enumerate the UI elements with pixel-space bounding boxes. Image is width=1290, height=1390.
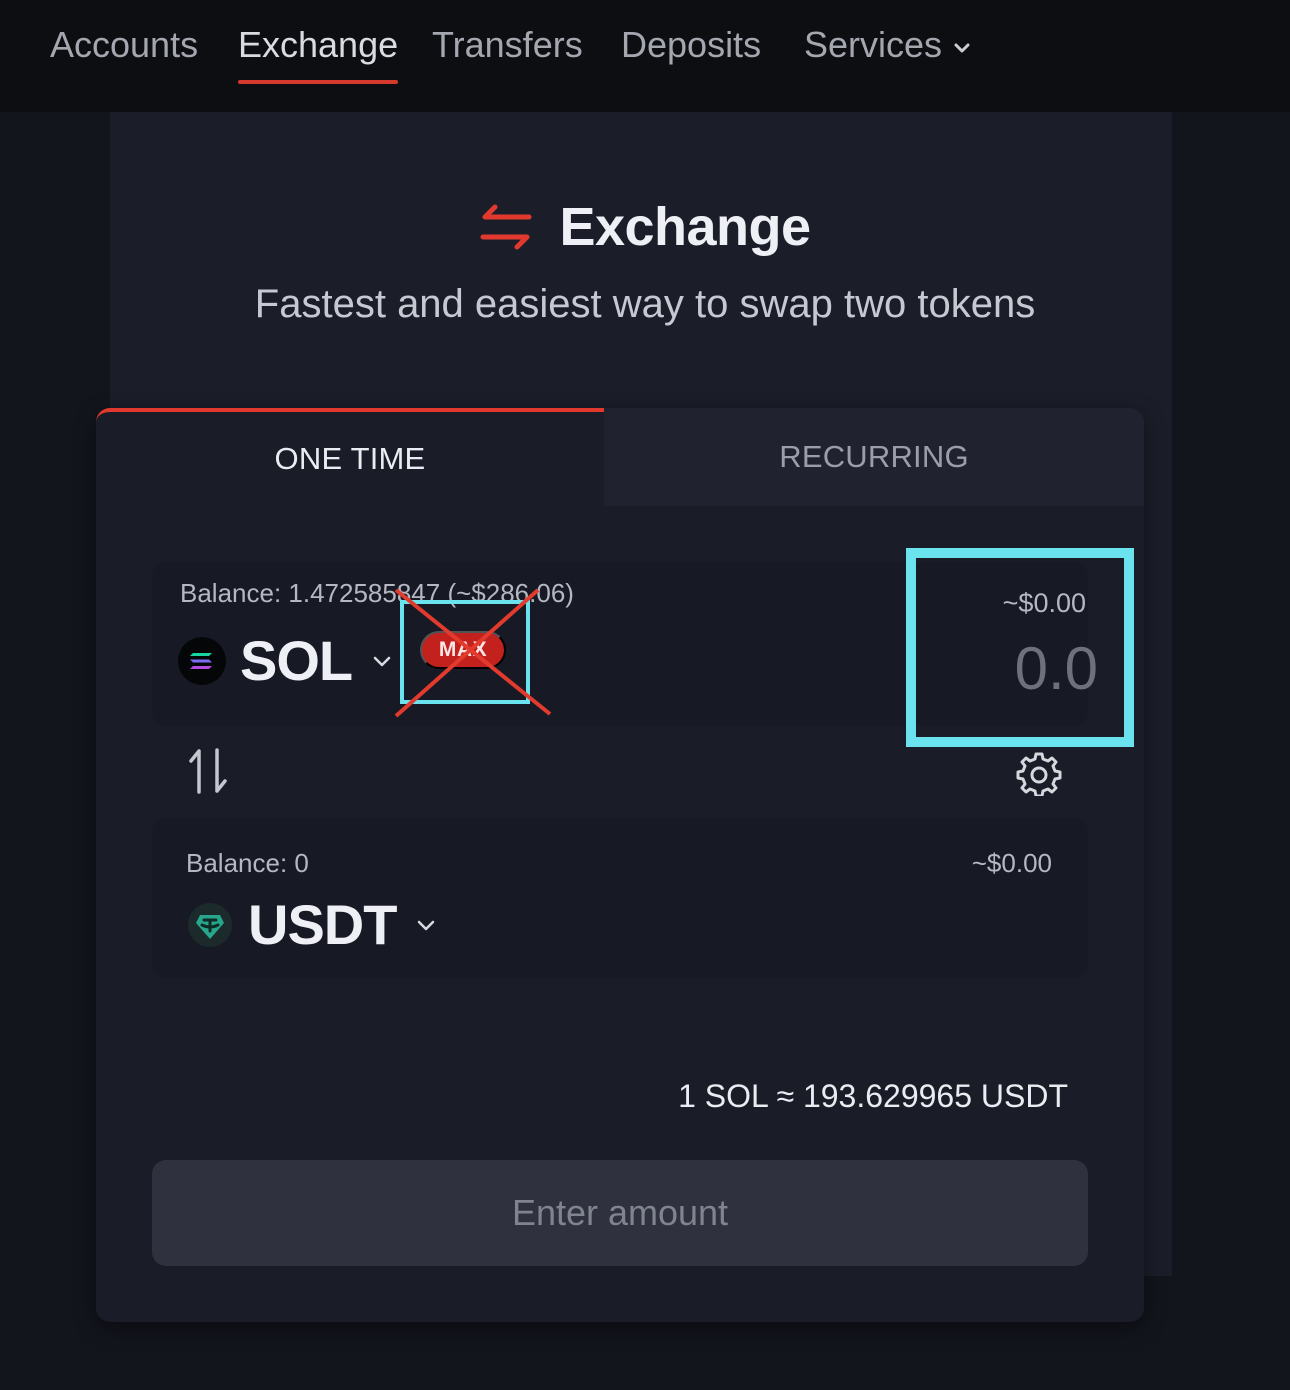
tab-one-time[interactable]: ONE TIME — [96, 408, 604, 506]
gear-icon[interactable] — [1016, 750, 1062, 796]
max-button-annotation: MAX — [394, 588, 552, 718]
nav-item-exchange[interactable]: Exchange — [238, 24, 399, 84]
nav-item-label: Deposits — [621, 24, 762, 65]
tab-label: RECURRING — [779, 439, 969, 474]
nav-item-label: Accounts — [50, 24, 199, 65]
nav-item-services[interactable]: Services — [804, 24, 972, 84]
to-usd-value: ~$0.00 — [971, 848, 1052, 878]
tab-label: ONE TIME — [274, 441, 426, 476]
tether-logo-icon — [188, 902, 232, 947]
enter-amount-button[interactable]: Enter amount — [152, 1160, 1088, 1266]
nav-item-transfers[interactable]: Transfers — [432, 24, 583, 84]
exchange-rate: 1 SOL ≈ 193.629965 USDT — [678, 1078, 1068, 1114]
nav-item-label: Exchange — [238, 24, 399, 65]
max-button[interactable]: MAX — [420, 631, 506, 669]
to-token-selector[interactable]: USDT — [186, 892, 438, 957]
to-token-symbol: USDT — [248, 893, 397, 956]
chevron-down-icon — [954, 43, 970, 53]
from-usd-value: ~$0.00 — [1002, 588, 1086, 618]
from-token-selector[interactable]: SOL — [178, 628, 394, 693]
amount-input-highlight: ~$0.00 — [906, 548, 1134, 747]
to-balance: Balance: 0 — [186, 848, 309, 878]
top-navigation: Accounts Exchange Transfers Deposits Ser… — [0, 0, 1290, 112]
swap-card: ONE TIME RECURRING Balance: 1.472585847 … — [96, 408, 1144, 1322]
solana-logo-icon — [178, 636, 226, 685]
swap-arrows-icon — [480, 204, 532, 250]
swap-direction-icon[interactable] — [188, 746, 228, 796]
page-header: Exchange — [0, 196, 1290, 258]
chevron-down-icon — [373, 656, 391, 666]
tab-recurring[interactable]: RECURRING — [604, 408, 1144, 506]
page-title: Exchange — [559, 197, 811, 257]
nav-item-accounts[interactable]: Accounts — [50, 24, 198, 84]
nav-item-label: Transfers — [432, 24, 583, 65]
to-token-panel: Balance: 0 ~$0.00 USDT — [152, 818, 1088, 978]
chevron-down-icon — [418, 920, 435, 930]
page-subtitle: Fastest and easiest way to swap two toke… — [254, 282, 1036, 326]
nav-item-deposits[interactable]: Deposits — [621, 24, 761, 84]
from-amount-input[interactable] — [938, 630, 1098, 706]
from-token-symbol: SOL — [240, 629, 353, 692]
nav-item-label: Services — [804, 24, 943, 65]
